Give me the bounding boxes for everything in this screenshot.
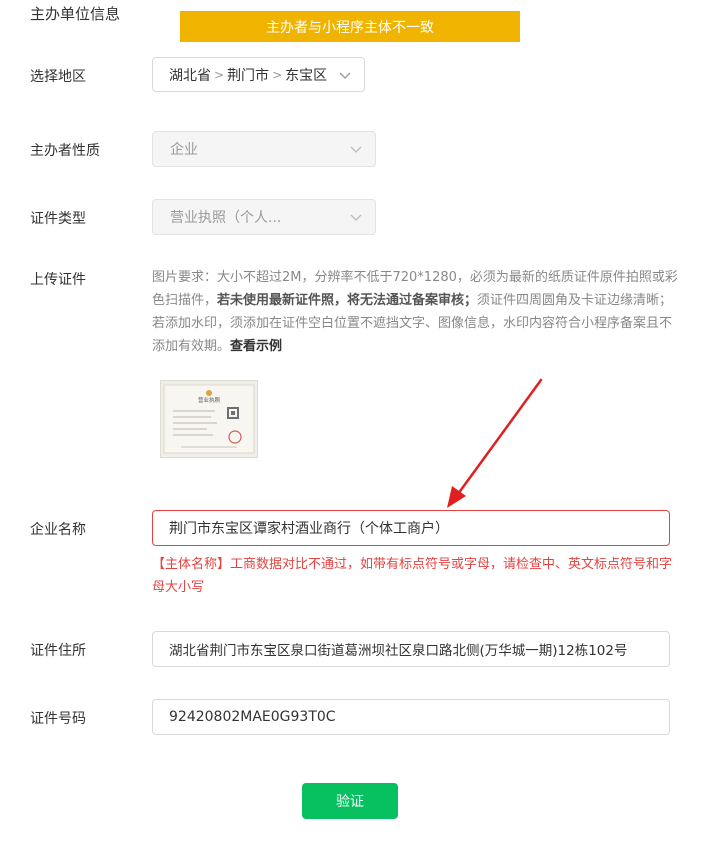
company-name-input[interactable]: 荆门市东宝区谭家村酒业商行（个体工商户） xyxy=(152,510,670,546)
address-input[interactable]: 湖北省荆门市东宝区泉口街道葛洲坝社区泉口路北侧(万华城一期)12栋102号 xyxy=(152,631,670,667)
region-separator: > xyxy=(214,67,225,82)
chevron-down-icon xyxy=(350,214,362,221)
region-province: 湖北省 xyxy=(169,67,211,84)
view-example-link[interactable]: 查看示例 xyxy=(230,339,282,354)
cert-type-select[interactable]: 营业执照（个人... xyxy=(152,199,376,235)
chevron-down-icon xyxy=(350,146,362,153)
nature-label: 主办者性质 xyxy=(30,143,100,159)
company-error-message: 【主体名称】工商数据对比不通过，如带有标点符号或字母，请检查中、英文标点符号和字… xyxy=(152,557,673,595)
verify-button[interactable]: 验证 xyxy=(302,783,398,819)
region-label: 选择地区 xyxy=(30,69,86,85)
cert-number-label: 证件号码 xyxy=(30,711,86,727)
cert-type-value: 营业执照（个人... xyxy=(170,210,282,226)
section-title: 主办单位信息 xyxy=(30,5,121,23)
warning-banner: 主办者与小程序主体不一致 xyxy=(180,11,520,42)
company-label: 企业名称 xyxy=(30,522,86,538)
thumbnail-title: 营业执照 xyxy=(198,396,221,404)
address-label: 证件住所 xyxy=(30,643,86,659)
region-separator: > xyxy=(272,67,283,82)
region-select[interactable]: 湖北省 > 荆门市 > 东宝区 xyxy=(152,57,365,92)
upload-label: 上传证件 xyxy=(30,272,86,288)
nature-value: 企业 xyxy=(170,142,198,158)
upload-description: 图片要求：大小不超过2M，分辨率不低于720*1280，必须为最新的纸质证件原件… xyxy=(152,266,682,358)
nature-select[interactable]: 企业 xyxy=(152,131,376,167)
cert-number-input[interactable]: 92420802MAE0G93T0C xyxy=(152,699,670,735)
region-district: 东宝区 xyxy=(285,67,328,84)
chevron-down-icon xyxy=(339,72,351,79)
upload-desc-warning: 若未使用最新证件照，将无法通过备案审核； xyxy=(217,293,478,308)
cert-type-label: 证件类型 xyxy=(30,211,86,227)
license-thumbnail[interactable]: 营业执照 xyxy=(160,380,258,458)
license-image: 营业执照 xyxy=(161,381,257,457)
region-city: 荆门市 xyxy=(227,67,270,84)
